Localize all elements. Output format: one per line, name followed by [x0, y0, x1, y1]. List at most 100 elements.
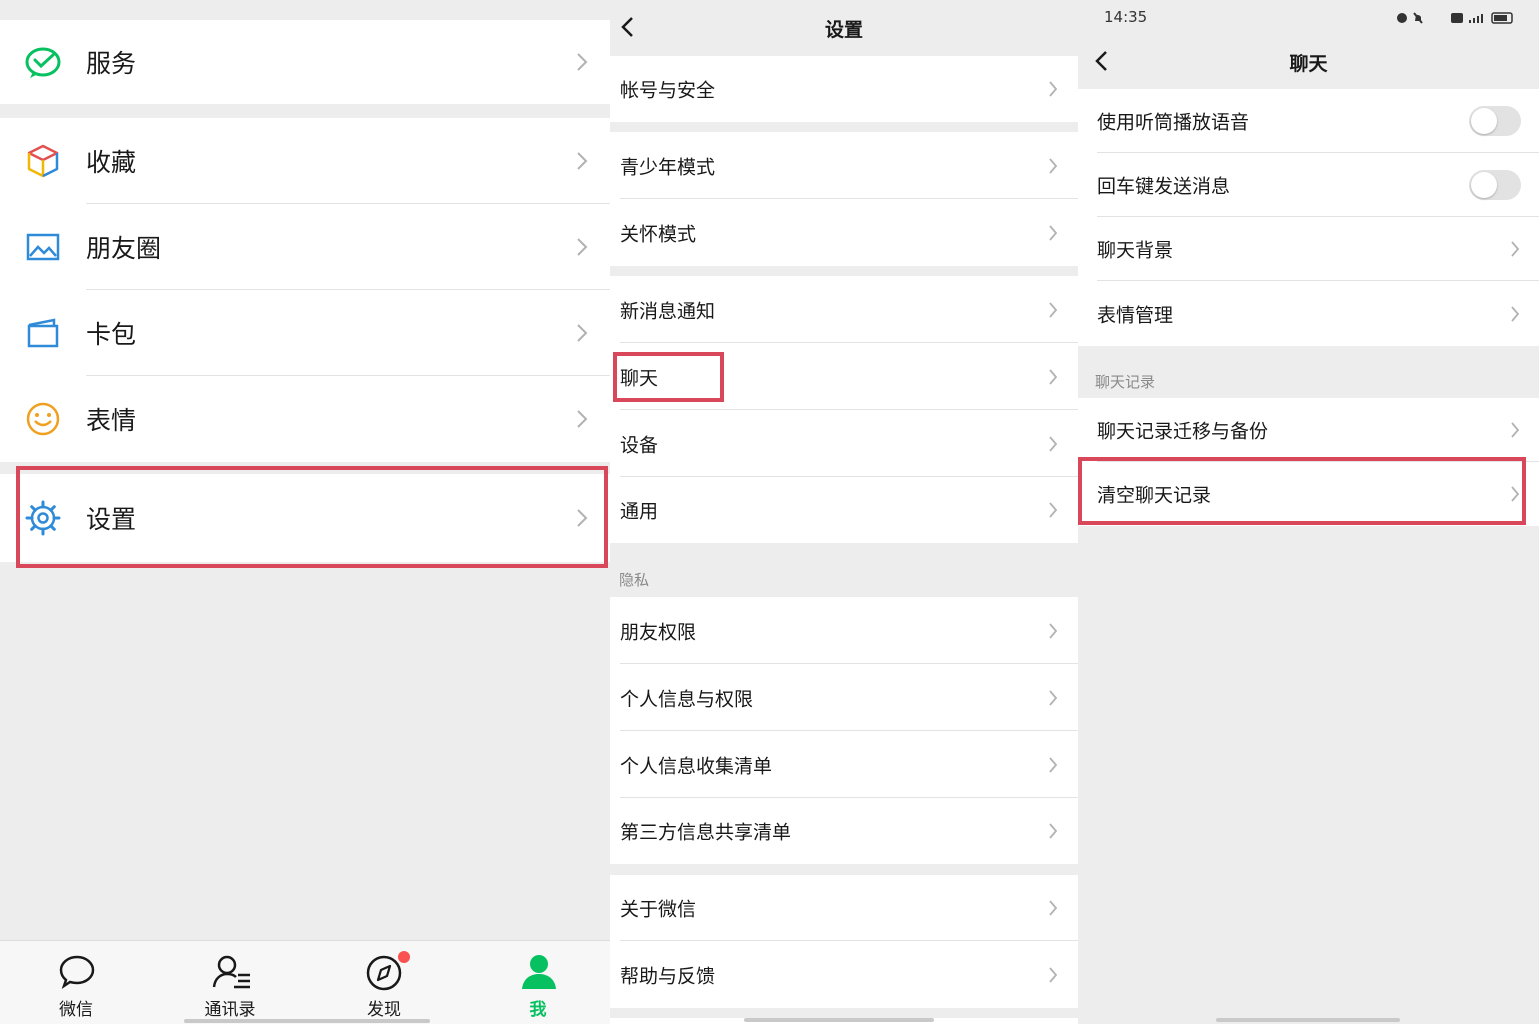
- settings-item-label: 个人信息收集清单: [620, 755, 773, 777]
- tab-discover[interactable]: 发现: [324, 941, 444, 1024]
- page-title: 聊天: [1289, 53, 1328, 75]
- chat-item-history-migration[interactable]: 聊天记录迁移与备份: [1078, 398, 1539, 462]
- chevron-right-icon: [1049, 900, 1058, 916]
- home-indicator: [744, 1018, 934, 1022]
- chat-item-enter-to-send[interactable]: 回车键发送消息: [1078, 153, 1539, 217]
- settings-item-label: 设备: [620, 434, 659, 456]
- chevron-right-icon: [1049, 502, 1058, 518]
- settings-item-label: 关于微信: [620, 898, 697, 921]
- card-wallet-icon: [27, 318, 59, 348]
- chevron-right-icon: [577, 410, 588, 428]
- settings-item-label: 新消息通知: [620, 300, 716, 322]
- menu-item-services[interactable]: 服务: [0, 20, 610, 104]
- home-indicator: [1216, 1018, 1400, 1022]
- status-time: 14:35: [1104, 8, 1148, 26]
- highlight-box-settings: [16, 466, 608, 568]
- tab-label: 微信: [59, 1000, 93, 1020]
- chevron-right-icon: [1511, 305, 1520, 322]
- favorites-cube-icon: [27, 144, 59, 178]
- chevron-right-icon: [1049, 81, 1058, 97]
- settings-item-notifications[interactable]: 新消息通知: [610, 276, 1078, 343]
- person-icon: [522, 955, 556, 989]
- section-label-privacy: 隐私: [619, 571, 650, 589]
- bottom-tab-bar: 微信 通讯录 发现 我: [0, 940, 610, 1024]
- menu-item-label: 服务: [86, 49, 137, 78]
- settings-item-label: 帮助与反馈: [620, 965, 716, 987]
- chat-item-background[interactable]: 聊天背景: [1078, 217, 1539, 281]
- chevron-right-icon: [1049, 622, 1058, 639]
- notification-dot: [398, 951, 410, 963]
- chevron-right-icon: [1511, 241, 1520, 257]
- chevron-right-icon: [1049, 157, 1058, 174]
- wechat-pay-icon: [25, 47, 61, 78]
- contacts-icon: [212, 955, 250, 989]
- chevron-right-icon: [1049, 966, 1058, 983]
- settings-item-about[interactable]: 关于微信: [610, 875, 1078, 941]
- tab-chats[interactable]: 微信: [16, 941, 136, 1024]
- menu-item-label: 朋友圈: [86, 234, 162, 263]
- menu-item-label: 表情: [86, 406, 137, 435]
- menu-item-label: 收藏: [86, 148, 137, 177]
- settings-item-friend-permissions[interactable]: 朋友权限: [610, 597, 1078, 664]
- chat-settings-panel: 14:35 聊天 使用听筒播放语音 回车键发送消息 聊天背景 表情管理 聊天记录: [1078, 0, 1539, 1024]
- chevron-right-icon: [577, 53, 588, 71]
- chat-item-sticker-management[interactable]: 表情管理: [1078, 281, 1539, 346]
- menu-item-card-wallet[interactable]: 卡包: [0, 290, 610, 376]
- top-strip: [0, 0, 610, 6]
- chat-item-label: 回车键发送消息: [1097, 175, 1231, 198]
- chevron-right-icon: [1511, 422, 1520, 438]
- chat-item-label: 聊天背景: [1097, 239, 1174, 262]
- settings-item-label: 通用: [620, 500, 659, 523]
- section-label-chat-history: 聊天记录: [1095, 373, 1156, 391]
- settings-nav-bar: 设置: [610, 0, 1078, 56]
- earpiece-toggle[interactable]: [1469, 106, 1521, 136]
- settings-item-personal-info-permissions[interactable]: 个人信息与权限: [610, 664, 1078, 731]
- chat-item-label: 表情管理: [1097, 304, 1174, 326]
- enter-send-toggle[interactable]: [1469, 170, 1521, 200]
- chat-item-earpiece-playback[interactable]: 使用听筒播放语音: [1078, 89, 1539, 153]
- tab-me[interactable]: 我: [478, 941, 598, 1024]
- settings-item-devices[interactable]: 设备: [610, 410, 1078, 477]
- toggle-knob: [1471, 108, 1497, 134]
- highlight-box-clear-history: [1078, 457, 1526, 525]
- chevron-right-icon: [1049, 823, 1058, 839]
- smiley-face-icon: [26, 402, 60, 436]
- menu-item-stickers[interactable]: 表情: [0, 376, 610, 462]
- tab-label: 通讯录: [204, 1000, 256, 1020]
- settings-item-third-party-sharing[interactable]: 第三方信息共享清单: [610, 798, 1078, 864]
- menu-item-favorites[interactable]: 收藏: [0, 118, 610, 204]
- settings-item-care-mode[interactable]: 关怀模式: [610, 199, 1078, 266]
- settings-panel: 设置 帐号与安全 青少年模式 关怀模式 新消息通知 聊天 设备 通用 隐私 朋友…: [610, 0, 1078, 1024]
- chevron-right-icon: [1049, 368, 1058, 385]
- chevron-right-icon: [1049, 301, 1058, 318]
- tab-contacts[interactable]: 通讯录: [170, 941, 290, 1024]
- status-bar-icons: [1397, 12, 1513, 24]
- chevron-right-icon: [1049, 756, 1058, 773]
- settings-item-label: 个人信息与权限: [620, 688, 754, 710]
- settings-item-help-feedback[interactable]: 帮助与反馈: [610, 941, 1078, 1008]
- chevron-right-icon: [1049, 224, 1058, 241]
- page-title: 设置: [824, 19, 863, 41]
- chat-item-label: 使用听筒播放语音: [1097, 111, 1250, 134]
- settings-item-teen-mode[interactable]: 青少年模式: [610, 132, 1078, 199]
- settings-item-label: 朋友权限: [620, 621, 697, 643]
- status-icons: [1395, 10, 1515, 24]
- menu-item-moments[interactable]: 朋友圈: [0, 204, 610, 290]
- chat-nav-bar: 聊天: [1078, 34, 1539, 88]
- settings-item-account-security[interactable]: 帐号与安全: [610, 56, 1078, 122]
- settings-item-info-collection-list[interactable]: 个人信息收集清单: [610, 731, 1078, 798]
- settings-item-label: 青少年模式: [620, 156, 716, 178]
- tab-label: 我: [529, 1000, 547, 1020]
- tab-label: 发现: [367, 1000, 401, 1020]
- menu-item-label: 卡包: [86, 320, 137, 349]
- settings-item-general[interactable]: 通用: [610, 477, 1078, 543]
- toggle-knob: [1471, 172, 1497, 198]
- highlight-box-chat: [613, 352, 724, 402]
- settings-item-label: 第三方信息共享清单: [620, 821, 792, 844]
- settings-item-label: 帐号与安全: [620, 79, 716, 102]
- moments-picture-icon: [26, 233, 60, 261]
- chat-bubble-icon: [59, 955, 95, 990]
- chevron-right-icon: [1049, 689, 1058, 706]
- chevron-right-icon: [1049, 435, 1058, 452]
- me-panel: 服务 收藏 朋友圈 卡包 表情 设置 微信 通讯录 发现 我: [0, 0, 610, 1024]
